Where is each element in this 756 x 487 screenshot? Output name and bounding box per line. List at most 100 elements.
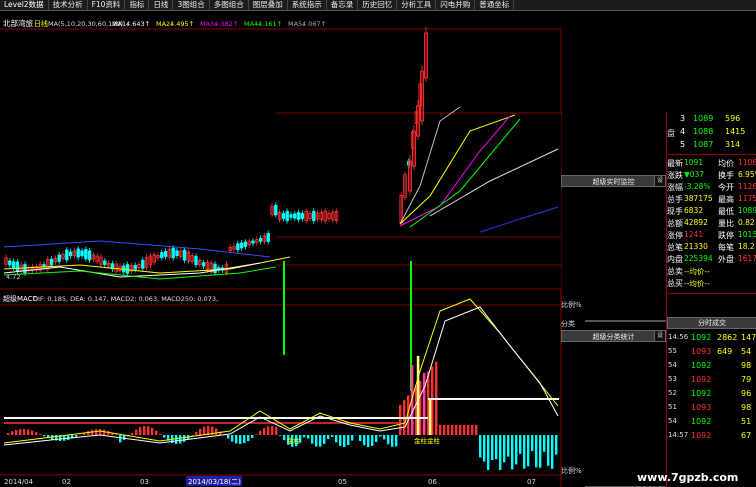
macd-bar	[539, 435, 542, 468]
tick-row: 55 1093 649 54	[667, 347, 756, 359]
macd-breakout-bar	[416, 356, 420, 435]
candle-body	[274, 204, 278, 216]
macd-bar	[311, 435, 314, 444]
macd-dea-line	[3, 298, 559, 444]
date-tick-5: 06	[428, 478, 437, 486]
macd-bar	[499, 435, 502, 470]
stat-label-a: 总手	[667, 195, 683, 204]
menu-item-5[interactable]: 3图组合	[173, 0, 210, 10]
menu-item-7[interactable]: 图层叠加	[249, 0, 288, 10]
quote-divider	[667, 154, 756, 155]
quote-stat-row: 涨跌▼037 换手 6.95%	[667, 170, 756, 182]
tick-price: 1092	[691, 333, 712, 342]
watermark: www.7gpzb.com	[637, 471, 739, 484]
stat-label-b: 最低	[718, 207, 734, 216]
tick-volume: 649	[717, 347, 733, 356]
menu-item-2[interactable]: F10资料	[88, 0, 126, 10]
macd-bar	[447, 425, 450, 435]
macd-bar	[235, 435, 238, 444]
sell-index: 5	[680, 140, 686, 149]
stat-value-a: 225394	[684, 254, 713, 263]
ticks-header[interactable]: 分时成交	[667, 317, 756, 329]
candle-body	[266, 233, 270, 242]
quote-stat-row: 现手 6832 最低 1089	[667, 206, 756, 218]
macd-bar	[335, 435, 338, 443]
menu-item-9[interactable]: 备忘录	[327, 0, 359, 10]
macd-bar	[271, 426, 274, 435]
menu-bar: Level2数据 技术分析 F10资料 指标 日线 3图组合 多图组合 图层叠加 系统指示 备忘录…	[0, 0, 756, 11]
macd-bar	[391, 435, 394, 447]
chart-overlay	[276, 113, 561, 288]
tick-price: 1092	[691, 389, 712, 398]
macd-bar	[467, 425, 470, 435]
stat-label-b: 量比	[718, 219, 734, 228]
period-label: 日线	[34, 19, 48, 28]
sell-volume: 314	[725, 140, 741, 149]
candle-body	[243, 241, 248, 247]
macd-bar	[331, 435, 334, 437]
macd-bar	[35, 432, 38, 435]
candle-body	[11, 261, 16, 269]
stat-value-b: 1108	[738, 158, 756, 167]
category-stats-header[interactable]: 超级分类统计 设	[561, 330, 666, 342]
macd-bar	[315, 435, 318, 447]
candle-body	[258, 237, 263, 242]
menu-item-0[interactable]: Level2数据	[0, 0, 49, 10]
quote-panel: 3 1089 596 4 1088 1415 5 1087 314 盘最新 1091 均价 1108 涨跌…	[666, 111, 756, 487]
candle-body	[201, 262, 206, 267]
macd-bar	[443, 425, 446, 435]
candle-body	[76, 248, 80, 258]
macd-bar	[343, 435, 346, 447]
macd-bar	[307, 435, 310, 439]
realtime-monitor-header[interactable]: 超级实时监控 设	[561, 175, 666, 187]
quote-stat-row: 总卖 --均价--	[667, 266, 756, 278]
stat-value-a: 1241	[684, 230, 704, 239]
macd-bar	[195, 431, 198, 435]
menu-item-6[interactable]: 多图组合	[210, 0, 249, 10]
sell-volume: 596	[725, 114, 741, 123]
ma-value-0: 4.643↑	[126, 20, 150, 28]
tick-change: 147	[741, 333, 756, 342]
quote-stat-row: 内盘225394 外盘 161781	[667, 254, 756, 266]
macd-bar	[31, 430, 34, 435]
stat-label-b: 今开	[718, 183, 734, 192]
menu-item-11[interactable]: 分析工具	[397, 0, 437, 10]
tick-price: 1092	[691, 431, 712, 440]
tick-row: 52 1092 96	[667, 389, 756, 401]
menu-item-13[interactable]: 普通坐标	[475, 0, 515, 10]
candle-body	[163, 250, 168, 257]
tick-change: 51	[741, 417, 752, 426]
stat-label-b: 最高	[718, 195, 734, 204]
sell-index: 3	[680, 114, 686, 123]
candle-body	[8, 260, 12, 266]
macd-breakout-bar	[428, 399, 432, 435]
tick-price: 1092	[691, 375, 712, 384]
macd-bar	[387, 435, 390, 445]
stat-value-b: 18.2	[738, 242, 755, 251]
menu-item-3[interactable]: 指标	[125, 0, 150, 10]
macd-bar	[203, 426, 206, 435]
macd-bar	[543, 435, 546, 452]
menu-item-12[interactable]: 闪电并购	[436, 0, 476, 10]
candle-body	[80, 250, 84, 257]
menu-item-8[interactable]: 系统指示	[288, 0, 327, 10]
macd-bar	[147, 426, 150, 435]
stat-value-b: 0.82	[738, 218, 755, 227]
menu-item-4[interactable]: 日线	[149, 0, 174, 10]
quote-divider-2	[667, 293, 756, 294]
date-tick-4: 05	[338, 478, 347, 486]
macd-bar	[183, 435, 186, 442]
realtime-settings-button[interactable]: 设	[654, 176, 665, 186]
category-stats-title: 超级分类统计	[592, 333, 635, 341]
menu-item-10[interactable]: 历史回忆	[358, 0, 398, 10]
date-tick-3: 2014/03/18(二)	[188, 478, 241, 486]
candle-body	[160, 252, 164, 258]
category-settings-button[interactable]: 设	[654, 331, 665, 341]
macd-bar	[247, 435, 250, 442]
macd-bar	[491, 435, 494, 460]
macd-bar	[175, 435, 178, 444]
stat-value-b: 1015	[738, 230, 756, 239]
tick-time: 52	[668, 389, 677, 397]
quote-stat-row: 总手 387175 最高 1175	[667, 194, 756, 206]
menu-item-1[interactable]: 技术分析	[49, 0, 88, 10]
